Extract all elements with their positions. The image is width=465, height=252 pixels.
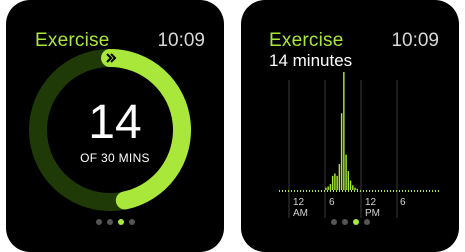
page-dot xyxy=(363,219,370,225)
goal-label: OF 30 MINS xyxy=(80,151,150,165)
chart-bar xyxy=(347,171,350,190)
chart-bar xyxy=(349,180,352,190)
x-tick-line1: 6 xyxy=(329,197,335,208)
page-dot xyxy=(128,219,135,225)
page-dot xyxy=(106,219,113,225)
chart-bar xyxy=(331,175,334,190)
chart-bar xyxy=(340,113,343,190)
page-dot xyxy=(330,219,337,225)
exercise-bar-chart xyxy=(279,72,439,218)
x-tick-line2: PM xyxy=(365,208,380,219)
x-tick-label: 12 AM xyxy=(293,197,308,219)
chart-bar xyxy=(327,186,329,190)
chart-bar xyxy=(343,72,345,190)
chart-bar xyxy=(325,187,327,190)
page-dot-active xyxy=(352,219,359,225)
x-tick-line1: 12 xyxy=(293,197,305,208)
chart-bar xyxy=(345,154,347,190)
chart-bar xyxy=(334,173,336,190)
watch-activity-ring: Exercise 10:09 14 OF 30 MINS xyxy=(6,0,224,252)
exercise-minutes-value: 14 xyxy=(88,96,142,149)
page-indicator xyxy=(241,219,459,225)
chart-bar xyxy=(356,188,359,190)
chart-bar xyxy=(336,175,338,190)
page-dot xyxy=(341,219,348,225)
chart-bar xyxy=(354,187,356,190)
x-tick-label: 6 xyxy=(329,197,335,208)
x-tick-label: 12 PM xyxy=(365,197,380,219)
page-dot xyxy=(95,219,102,225)
x-tick-line2: AM xyxy=(293,208,308,219)
page-indicator xyxy=(6,219,224,225)
x-tick-line1: 12 xyxy=(365,197,377,208)
x-tick-label: 6 xyxy=(400,197,406,208)
page-dot-active xyxy=(117,219,124,225)
watch-exercise-chart: Exercise 10:09 14 minutes 12 AM 6 12 PM … xyxy=(241,0,459,252)
x-tick-line1: 6 xyxy=(400,197,406,208)
chart-bar xyxy=(338,164,341,190)
chart-bar xyxy=(352,185,354,190)
chart-bar xyxy=(329,184,332,190)
